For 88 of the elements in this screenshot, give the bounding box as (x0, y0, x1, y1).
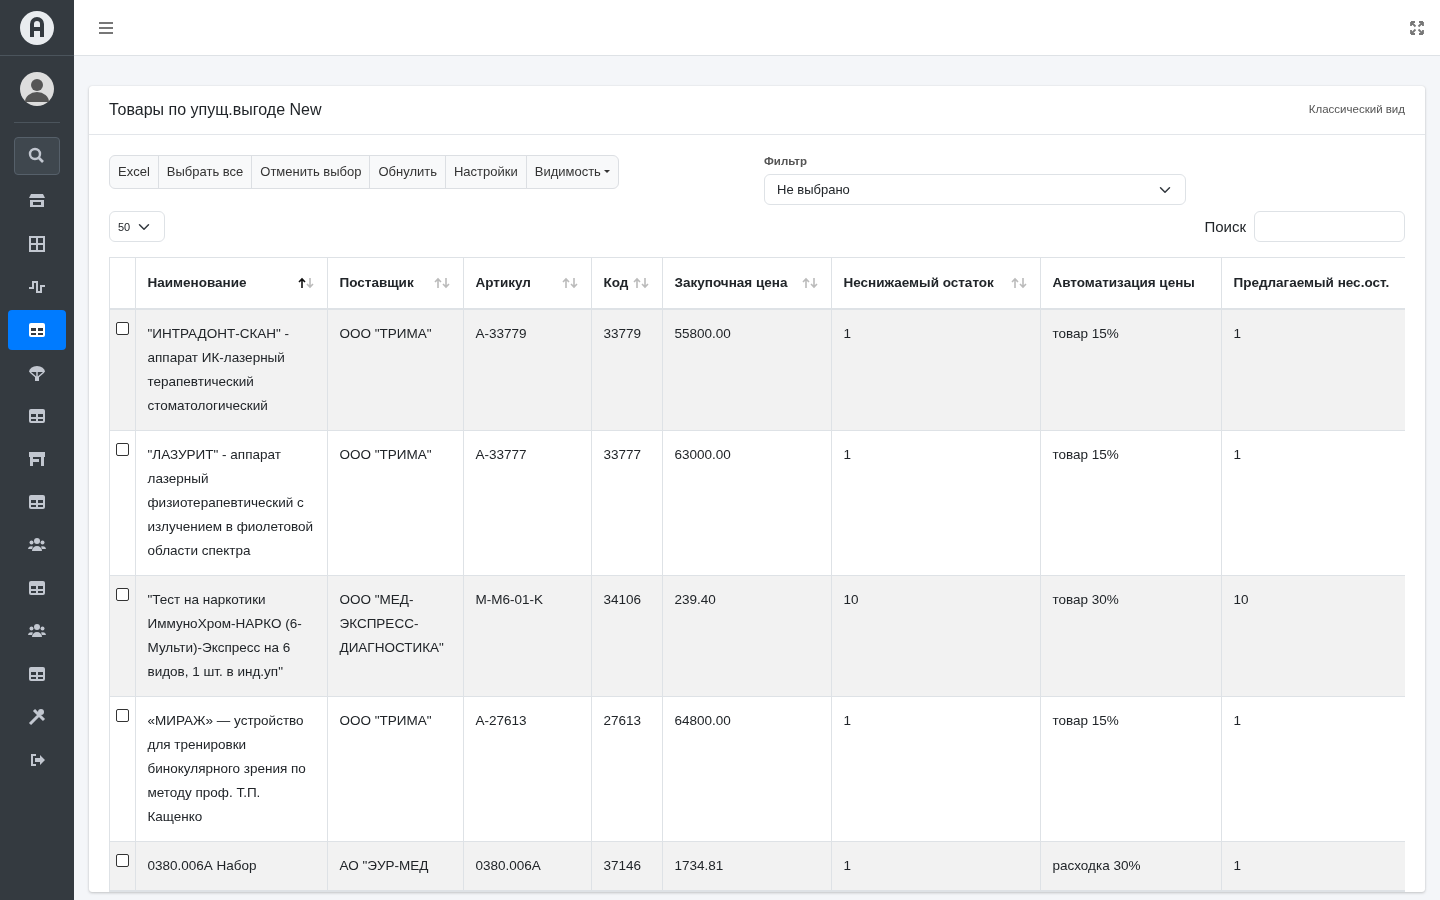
sort-icon[interactable] (296, 277, 315, 290)
shop-icon (28, 450, 46, 468)
table-cell: АО "ЭУР-МЕД (339, 858, 429, 874)
users-icon (28, 536, 46, 554)
table-cell: «МИРАЖ» — устройство для тренировки бинокулярного зрения по методу проф. Т.П. Кащенко (147, 713, 306, 825)
table-cell: 239.40 (674, 592, 716, 608)
tools-icon (28, 708, 46, 726)
table-icon (28, 407, 46, 425)
store-icon (28, 192, 46, 210)
filter-select[interactable]: Не выбрано (764, 174, 1186, 206)
table-cell: "ИНТРАДОНТ-СКАН" - аппарат ИК-лазерный терапевтический стоматологический (147, 326, 290, 414)
table-cell: 1 (1233, 326, 1241, 342)
table-cell: ООО "ТРИМА" (339, 447, 432, 463)
table-cell: ООО "МЕД-ЭКСПРЕСС-ДИАГНОСТИКА" (339, 592, 444, 656)
row-checkbox[interactable] (116, 588, 129, 602)
card-title: Товары по упущ.выгоде New (109, 100, 322, 120)
table-cell: товар 15% (1052, 326, 1119, 342)
table-cell: 1 (843, 713, 851, 729)
table-cell: M-M6-01-K (475, 592, 543, 608)
table-cell: 1 (843, 447, 851, 463)
row-checkbox[interactable] (116, 322, 129, 336)
column-header[interactable]: Предлагаемый нес.ост. (1233, 271, 1390, 296)
table-icon (28, 579, 46, 597)
row-checkbox[interactable] (116, 854, 129, 868)
table-cell: 1 (843, 326, 851, 342)
table-cell: 0380.006A (475, 858, 541, 874)
toolbar-button[interactable]: Настройки (444, 155, 527, 189)
dropdown-button[interactable]: Видимость (525, 155, 620, 189)
sidebar-item[interactable] (14, 137, 60, 175)
row-checkbox[interactable] (116, 443, 129, 457)
table-icon (28, 321, 46, 339)
table-cell: товар 15% (1052, 713, 1119, 729)
table-cell: ООО "ТРИМА" (339, 713, 432, 729)
users-icon (28, 622, 46, 640)
sidebar-item[interactable] (8, 310, 66, 350)
table-cell: 1 (1233, 713, 1241, 729)
table-cell: 64800.00 (674, 713, 731, 729)
table-cell: 0380.006А Набор (147, 858, 257, 874)
toolbar-button[interactable]: Excel (109, 155, 159, 189)
table-icon (28, 665, 46, 683)
search-icon (28, 147, 46, 165)
table-cell: товар 30% (1052, 592, 1119, 608)
column-header[interactable]: Неснижаемый остаток (843, 271, 994, 296)
search-field[interactable] (1254, 211, 1405, 243)
table-cell: ООО "ТРИМА" (339, 326, 432, 342)
view-link[interactable]: Классический вид (1308, 101, 1405, 119)
column-header[interactable]: Наименование (147, 271, 247, 296)
pulse-icon (28, 278, 46, 296)
table-cell: A-33779 (475, 326, 527, 342)
column-header[interactable]: Код (603, 271, 629, 296)
table-icon (28, 493, 46, 511)
avatar[interactable] (20, 72, 54, 106)
logo-icon (20, 10, 54, 45)
fullscreen-icon[interactable] (1410, 20, 1424, 35)
table-cell: 37146 (603, 858, 642, 874)
toolbar-button[interactable]: Отменить выбор (251, 155, 371, 189)
column-header[interactable]: Поставщик (339, 271, 414, 296)
table-cell: расходка 30% (1052, 858, 1141, 874)
table-cell: A-33777 (475, 447, 527, 463)
table-cell: 10 (1233, 592, 1249, 608)
parachute-icon (28, 364, 46, 382)
table-cell: 1 (1233, 858, 1241, 874)
table-cell: "Тест на наркотики ИммуноХром-НАРКО (6-Мульти)-Экспресс на 6 видов, 1 шт. в инд.уп" (147, 592, 302, 680)
table-cell: 33777 (603, 447, 642, 463)
filter-label: Фильтр (764, 154, 808, 169)
table-cell: "ЛАЗУРИТ" - аппарат лазерный физиотерапевтический с излучением в фиолетовой области спектра (147, 447, 314, 559)
table-cell: 1 (1233, 447, 1241, 463)
toolbar-button[interactable]: Обнулить (369, 155, 446, 189)
column-header[interactable]: Артикул (475, 271, 531, 296)
table-cell: 63000.00 (674, 447, 731, 463)
table-cell: A-27613 (475, 713, 527, 729)
table-cell: 55800.00 (674, 326, 731, 342)
table-cell: 33779 (603, 326, 642, 342)
table-cell: 27613 (603, 713, 642, 729)
table-cell: товар 15% (1052, 447, 1119, 463)
table-cell: 1734.81 (674, 858, 724, 874)
menu-icon[interactable] (98, 20, 114, 35)
row-checkbox[interactable] (116, 709, 129, 723)
search-label: Поиск (1204, 216, 1246, 237)
toolbar-button[interactable]: Выбрать все (157, 155, 253, 189)
page-size-select[interactable]: 50 (109, 211, 165, 243)
grid-icon (28, 235, 46, 253)
table-cell: 1 (843, 858, 851, 874)
column-header[interactable]: Закупочная цена (674, 271, 788, 296)
table-cell: 10 (843, 592, 859, 608)
column-header[interactable]: Автоматизация цены (1052, 271, 1195, 296)
logout-icon (28, 751, 46, 769)
table-cell: 34106 (603, 592, 642, 608)
